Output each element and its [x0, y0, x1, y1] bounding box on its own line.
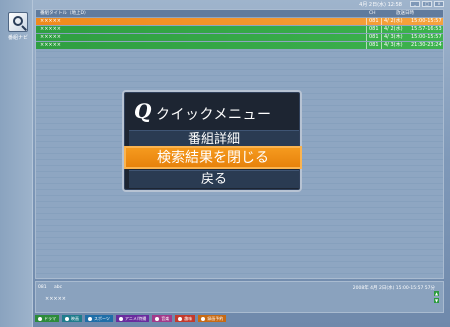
- quick-menu-header: Q クイックメニュー: [130, 98, 296, 126]
- row-time: 15:57-16:53: [411, 26, 442, 32]
- legend-item: ドラマ: [35, 315, 59, 322]
- row-time: 15:00-15:57: [411, 34, 442, 40]
- row-title: ×××××: [40, 26, 61, 32]
- legend-item: 趣味: [175, 315, 196, 322]
- info-datetime: 2008年 4月 2日(水) 15:00-15:57 57分: [352, 286, 435, 291]
- legend-item: スポーツ: [85, 315, 113, 322]
- info-channel: 081: [38, 285, 47, 290]
- legend-item: 録画予約: [198, 315, 227, 322]
- list-row[interactable]: ××××× 081 4/ 3(木) 15:00-15:57: [36, 34, 443, 41]
- legend-item: 映画: [62, 315, 82, 322]
- maximize-button[interactable]: □: [422, 1, 432, 7]
- row-ch: 081: [369, 18, 379, 24]
- row-ch: 081: [369, 34, 379, 40]
- genre-legend: ドラマ 映画 スポーツ アニメ/特撮 音楽 趣味 録画予約: [35, 315, 227, 323]
- close-button[interactable]: ×: [434, 1, 444, 7]
- quick-menu-title: クイックメニュー: [156, 107, 272, 123]
- row-time: 15:00-15:57: [411, 18, 442, 24]
- row-date: 4/ 3(木): [384, 34, 403, 40]
- sidebar: 番組ナビ: [0, 0, 33, 327]
- row-time: 21:30-23:24: [411, 42, 442, 48]
- sidebar-label: 番組ナビ: [7, 35, 28, 41]
- quick-menu: Q クイックメニュー 番組詳細 検索結果を閉じる 戻る: [122, 90, 302, 192]
- info-title: ×××××: [45, 296, 66, 302]
- row-date: 4/ 2(水): [384, 26, 403, 32]
- row-title: ×××××: [40, 34, 61, 40]
- list-row[interactable]: ××××× 081 4/ 2(水) 15:57-16:53: [36, 26, 443, 33]
- legend-item: 音楽: [152, 315, 173, 322]
- row-title: ×××××: [40, 42, 61, 48]
- clock: 4月 2日(水) 12:58: [359, 2, 402, 8]
- legend-item: アニメ/特撮: [115, 315, 150, 322]
- program-info-panel: 081 abc 2008年 4月 2日(水) 15:00-15:57 57分 ×…: [35, 281, 444, 313]
- quick-menu-icon: Q: [134, 99, 152, 123]
- scroll-down-icon[interactable]: ▼: [434, 298, 439, 303]
- list-header: 番組タイトル（地上D） CH 放送日時: [36, 10, 443, 17]
- search-icon[interactable]: [8, 12, 28, 32]
- menu-item-close-search-results[interactable]: 検索結果を閉じる: [124, 146, 302, 169]
- column-ch: CH: [369, 11, 376, 16]
- minimize-button[interactable]: _: [410, 1, 420, 7]
- row-ch: 081: [369, 26, 379, 32]
- column-title: 番組タイトル（地上D）: [40, 11, 89, 16]
- row-title: ×××××: [40, 18, 61, 24]
- info-station: abc: [54, 285, 63, 290]
- column-datetime: 放送日時: [396, 11, 414, 16]
- row-date: 4/ 3(木): [384, 42, 403, 48]
- row-ch: 081: [369, 42, 379, 48]
- scroll-up-icon[interactable]: ▲: [434, 291, 439, 296]
- row-date: 4/ 2(水): [384, 18, 403, 24]
- list-row[interactable]: ××××× 081 4/ 2(水) 15:00-15:57: [36, 18, 443, 25]
- window-controls: _ □ ×: [410, 1, 444, 7]
- menu-item-back[interactable]: 戻る: [129, 170, 299, 188]
- list-row[interactable]: ××××× 081 4/ 3(木) 21:30-23:24: [36, 42, 443, 49]
